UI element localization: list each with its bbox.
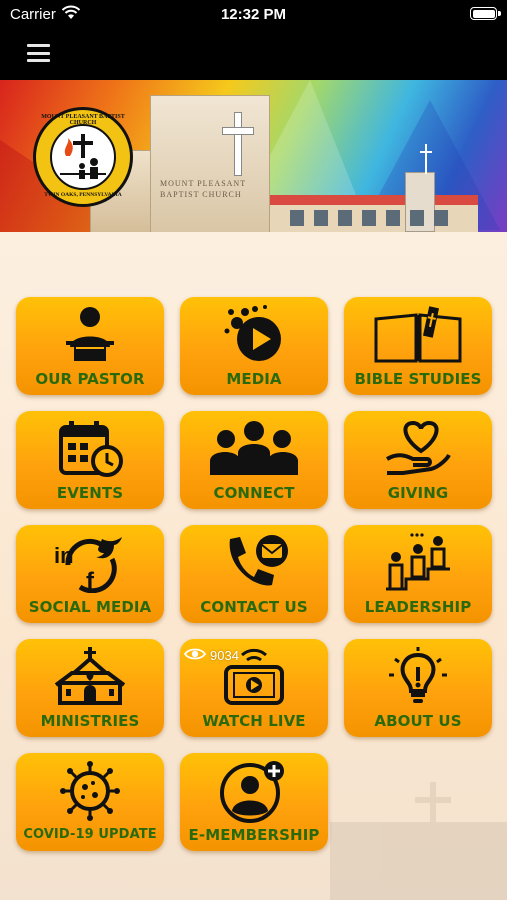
tile-label: ABOUT US <box>374 712 462 730</box>
tile-label: WATCH LIVE <box>202 712 306 730</box>
tile-events[interactable]: EVENTS <box>16 411 164 509</box>
church-sign-line1: MOUNT PLEASANT <box>160 179 247 188</box>
tile-giving[interactable]: GIVING <box>344 411 492 509</box>
pastor-podium-icon <box>16 303 164 367</box>
tile-e-membership[interactable]: E-MEMBERSHIP <box>180 753 328 851</box>
tile-contact-us[interactable]: CONTACT US <box>180 525 328 623</box>
phone-mail-icon <box>180 531 328 595</box>
tile-covid-19-update[interactable]: COVID-19 UPDATE <box>16 753 164 851</box>
tile-label: CONTACT US <box>200 598 308 616</box>
church-sign: MOUNT PLEASANT BAPTIST CHURCH <box>160 178 246 200</box>
cross-icon <box>222 112 254 176</box>
virus-icon <box>16 759 164 823</box>
social-media-icon: in f <box>16 531 164 595</box>
tile-about-us[interactable]: ABOUT US <box>344 639 492 737</box>
eye-icon <box>183 647 207 664</box>
media-play-icon <box>180 303 328 367</box>
top-nav-bar <box>0 30 507 80</box>
tile-label: MINISTRIES <box>40 712 140 730</box>
tile-label: MEDIA <box>226 370 282 388</box>
svg-text:in: in <box>54 543 74 568</box>
tile-our-pastor[interactable]: OUR PASTOR <box>16 297 164 395</box>
tile-label: LEADERSHIP <box>364 598 472 616</box>
hamburger-menu-icon[interactable] <box>27 44 50 62</box>
svg-text:f: f <box>86 568 95 593</box>
tile-ministries[interactable]: MINISTRIES <box>16 639 164 737</box>
tile-label: SOCIAL MEDIA <box>28 598 152 616</box>
viewer-count: 9034 <box>210 647 239 663</box>
church-logo: MOUNT PLEASANT BAPTIST CHURCH TWIN OAKS,… <box>33 107 133 207</box>
calendar-clock-icon <box>16 417 164 481</box>
hand-heart-icon <box>344 417 492 481</box>
open-bible-icon <box>344 303 492 367</box>
viewer-count-badge: 9034 <box>183 646 239 664</box>
logo-text-bottom: TWIN OAKS, PENNSYLVANIA <box>44 192 122 198</box>
tile-connect[interactable]: CONNECT <box>180 411 328 509</box>
tile-label: COVID-19 UPDATE <box>23 827 157 842</box>
add-member-icon <box>180 759 328 823</box>
tile-bible-studies[interactable]: BIBLE STUDIES <box>344 297 492 395</box>
tile-media[interactable]: MEDIA <box>180 297 328 395</box>
lightbulb-icon <box>344 645 492 709</box>
tile-label: GIVING <box>387 484 449 502</box>
tile-label: BIBLE STUDIES <box>354 370 482 388</box>
tile-label: CONNECT <box>213 484 295 502</box>
tile-label: E-MEMBERSHIP <box>188 826 320 844</box>
tile-label: EVENTS <box>56 484 124 502</box>
clock: 12:32 PM <box>220 6 287 23</box>
people-group-icon <box>180 417 328 481</box>
church-building-icon <box>16 645 164 709</box>
church-sign-line2: BAPTIST CHURCH <box>160 190 242 199</box>
status-bar: Carrier 12:32 PM <box>0 0 507 30</box>
tile-leadership[interactable]: LEADERSHIP <box>344 525 492 623</box>
tile-label: OUR PASTOR <box>35 370 145 388</box>
tile-social-media[interactable]: in f SOCIAL MEDIA <box>16 525 164 623</box>
battery-icon <box>470 7 501 20</box>
leadership-stairs-icon <box>344 531 492 595</box>
